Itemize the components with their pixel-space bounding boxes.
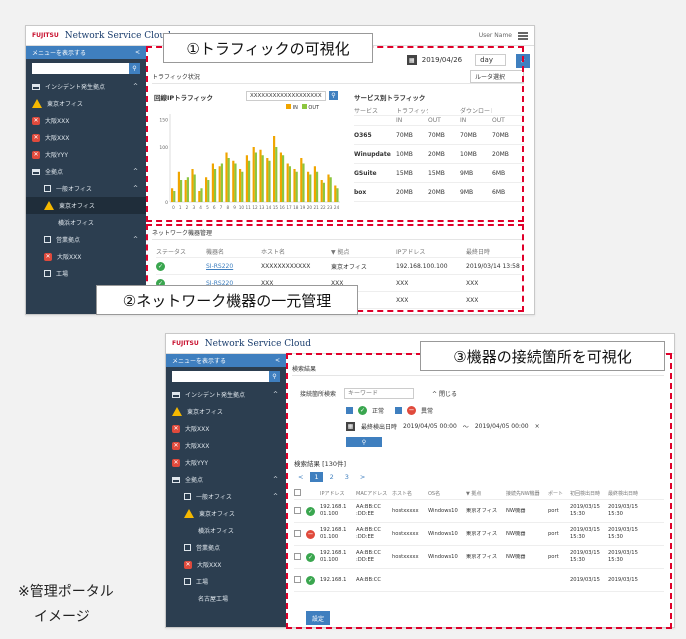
sidebar-item-label: 大阪XXX xyxy=(45,135,70,142)
error-icon: ✕ xyxy=(184,560,192,569)
location-tree-icon xyxy=(32,168,40,175)
error-icon: ✕ xyxy=(172,424,180,433)
sidebar-item-label: 一般オフィス xyxy=(56,186,92,193)
sidebar-item-label: 横浜オフィス xyxy=(58,220,94,227)
caret-icon[interactable]: ^ xyxy=(133,83,138,90)
sidebar-item-label: インシデント発生拠点 xyxy=(185,392,246,399)
location-tree-icon xyxy=(172,476,180,483)
search-icon[interactable]: ⚲ xyxy=(269,371,280,382)
caret-icon[interactable]: ^ xyxy=(133,236,138,243)
sidebar-item-label: 大阪YYY xyxy=(45,152,68,159)
callout-traffic: ①トラフィックの可視化 xyxy=(163,33,373,63)
warning-icon xyxy=(172,407,182,416)
sidebar-item[interactable]: 工場 xyxy=(166,573,286,590)
sidebar-item[interactable]: ✕ 大阪XXX xyxy=(26,112,146,129)
error-icon: ✕ xyxy=(32,150,40,159)
site-icon xyxy=(184,544,191,551)
sidebar-item[interactable]: 工場 xyxy=(26,265,146,282)
sidebar-item[interactable]: 一般オフィス ^ xyxy=(26,180,146,197)
fujitsu-logo: FUJITSU xyxy=(32,32,59,39)
sidebar-item[interactable]: ✕ 大阪YYY xyxy=(166,454,286,471)
caret-icon[interactable]: ^ xyxy=(273,493,278,500)
callout-network: ②ネットワーク機器の一元管理 xyxy=(96,285,358,315)
site-icon xyxy=(44,185,51,192)
caret-icon[interactable]: ^ xyxy=(133,168,138,175)
error-icon: ✕ xyxy=(44,252,52,261)
sidebar-item[interactable]: 一般オフィス ^ xyxy=(166,488,286,505)
sidebar-item[interactable]: 営業拠点 ^ xyxy=(26,231,146,248)
user-name[interactable]: User Name xyxy=(479,32,512,39)
sidebar-item-label: 営業拠点 xyxy=(56,237,81,244)
sidebar-item-label: 営業拠点 xyxy=(196,545,221,552)
sidebar-item[interactable]: ✕ 大阪XXX xyxy=(26,129,146,146)
sidebar-item[interactable]: 全拠点 ^ xyxy=(26,163,146,180)
sidebar-item[interactable]: ✕ 大阪YYY xyxy=(26,146,146,163)
hamburger-menu-icon[interactable] xyxy=(518,31,528,40)
error-icon: ✕ xyxy=(172,458,180,467)
search-icon[interactable]: ⚲ xyxy=(129,63,140,74)
sidebar-item-label: 全拠点 xyxy=(185,477,204,484)
sidebar-item-label: 名古屋工場 xyxy=(198,596,229,603)
sidebar-item[interactable]: ✕ 大阪XXX xyxy=(26,248,146,265)
sidebar-item-label: 大阪XXX xyxy=(185,443,210,450)
error-icon: ✕ xyxy=(32,116,40,125)
site-icon xyxy=(44,236,51,243)
sidebar-item[interactable]: 全拠点 ^ xyxy=(166,471,286,488)
sidebar-item-label: 大阪XXX xyxy=(197,562,222,569)
site-icon xyxy=(184,493,191,500)
portal-image-note: ※管理ポータル イメージ xyxy=(18,584,114,625)
warning-icon xyxy=(184,509,194,518)
sidebar-header[interactable]: メニューを表示する < xyxy=(26,46,146,59)
sidebar-item-label: インシデント発生拠点 xyxy=(45,84,106,91)
sidebar-item[interactable]: 東京オフィス xyxy=(166,505,286,522)
sidebar-item[interactable]: 名古屋工場 xyxy=(166,590,286,607)
sidebar-search-input[interactable]: ⚲ xyxy=(32,63,140,74)
sidebar-item[interactable]: インシデント発生拠点 ^ xyxy=(166,386,286,403)
sidebar-item-label: 東京オフィス xyxy=(47,101,83,108)
sidebar-item-label: 東京オフィス xyxy=(199,511,235,518)
fujitsu-logo-2: FUJITSU xyxy=(172,340,199,347)
sidebar-item[interactable]: 東京オフィス xyxy=(26,197,146,214)
sidebar-item-label: 東京オフィス xyxy=(187,409,223,416)
sidebar-item[interactable]: 横浜オフィス xyxy=(166,522,286,539)
app-title-2: Network Service Cloud xyxy=(204,338,312,349)
error-icon: ✕ xyxy=(32,133,40,142)
sidebar-item[interactable]: インシデント発生拠点 ^ xyxy=(26,78,146,95)
sidebar-2: メニューを表示する < ⚲ インシデント発生拠点 ^ 東京オフィス ✕ 大阪XXX ✕ 大阪X… xyxy=(166,354,286,627)
sidebar-search-input-2[interactable]: ⚲ xyxy=(172,371,280,382)
callout-connections: ③機器の接続箇所を可視化 xyxy=(420,341,665,371)
sidebar-item[interactable]: ✕ 大阪XXX xyxy=(166,437,286,454)
sidebar-header-2[interactable]: メニューを表示する < xyxy=(166,354,286,367)
sidebar-item-label: 東京オフィス xyxy=(59,203,95,210)
warning-icon xyxy=(44,201,54,210)
sidebar-item-label: 全拠点 xyxy=(45,169,64,176)
sidebar-item-label: 大阪XXX xyxy=(185,426,210,433)
sidebar-item-label: 一般オフィス xyxy=(196,494,232,501)
location-tree-icon xyxy=(172,391,180,398)
caret-icon[interactable]: ^ xyxy=(273,476,278,483)
sidebar-item-label: 大阪XXX xyxy=(57,254,82,261)
caret-icon[interactable]: ^ xyxy=(133,185,138,192)
site-icon xyxy=(184,578,191,585)
sidebar-item[interactable]: ✕ 大阪XXX xyxy=(166,420,286,437)
highlight-traffic xyxy=(146,46,524,222)
site-icon xyxy=(44,270,51,277)
sidebar-item-label: 大阪YYY xyxy=(185,460,208,467)
sidebar-item-label: 大阪XXX xyxy=(45,118,70,125)
sidebar-item[interactable]: 東京オフィス xyxy=(26,95,146,112)
sidebar-item[interactable]: 東京オフィス xyxy=(166,403,286,420)
sidebar-item-label: 工場 xyxy=(56,271,69,278)
sidebar-item[interactable]: 横浜オフィス xyxy=(26,214,146,231)
warning-icon xyxy=(32,99,42,108)
sidebar-item-label: 横浜オフィス xyxy=(198,528,234,535)
caret-icon[interactable]: ^ xyxy=(273,391,278,398)
highlight-connections xyxy=(286,353,672,629)
sidebar: メニューを表示する < ⚲ インシデント発生拠点 ^ 東京オフィス ✕ 大阪XXX ✕ 大阪X… xyxy=(26,46,146,314)
app-title: Network Service Cloud xyxy=(64,30,172,41)
location-tree-icon xyxy=(32,83,40,90)
sidebar-item[interactable]: 営業拠点 xyxy=(166,539,286,556)
error-icon: ✕ xyxy=(172,441,180,450)
sidebar-item-label: 工場 xyxy=(196,579,209,586)
sidebar-item[interactable]: ✕ 大阪XXX xyxy=(166,556,286,573)
